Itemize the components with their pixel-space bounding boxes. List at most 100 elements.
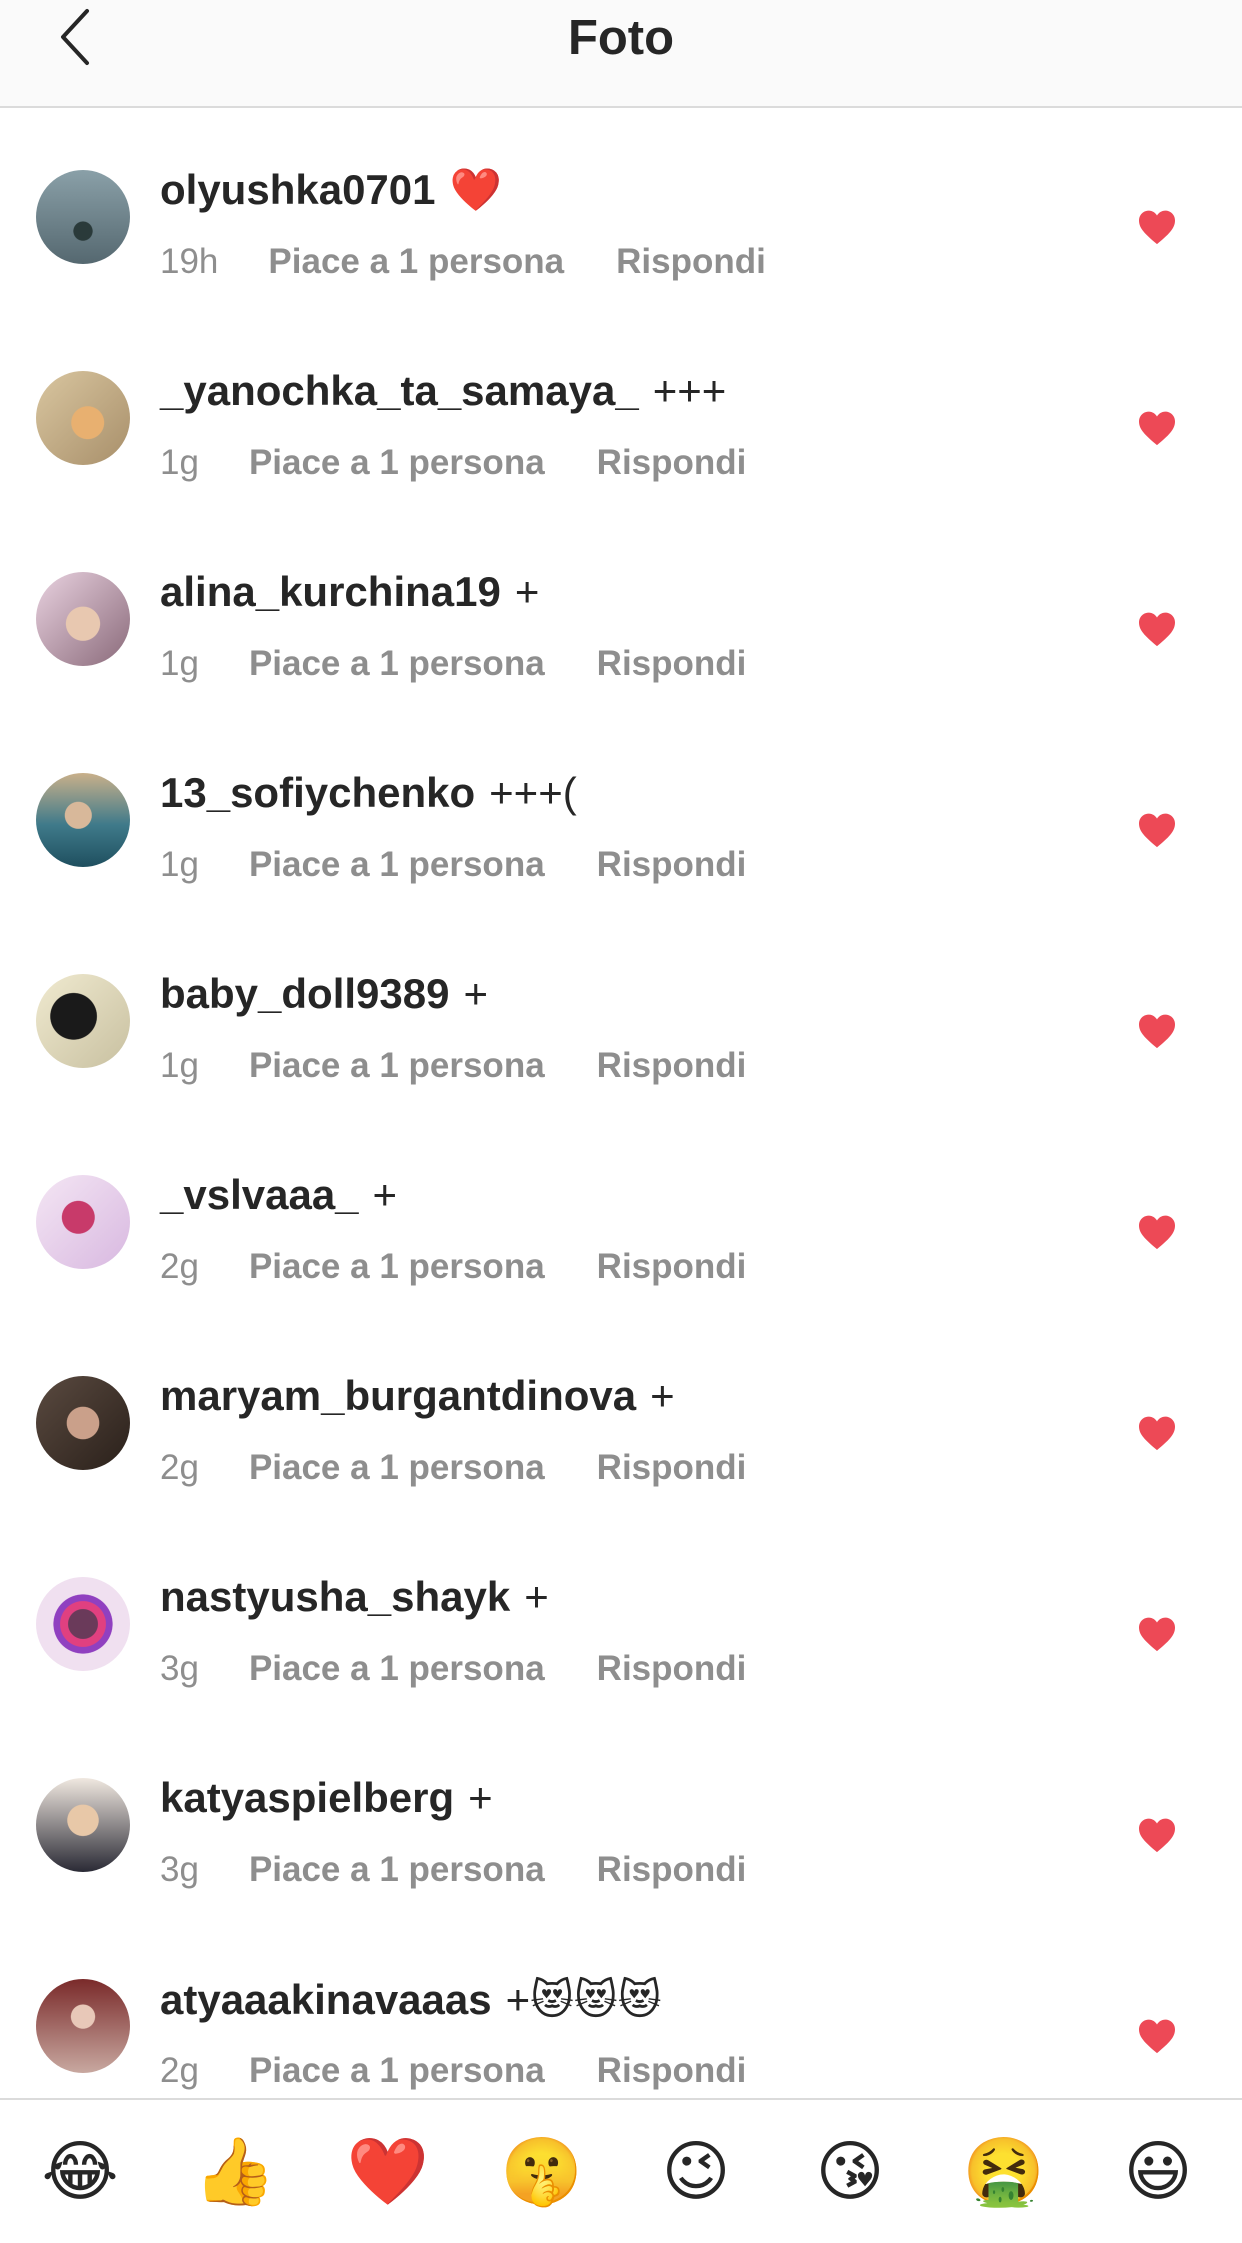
heart-filled-icon [1137,209,1177,250]
avatar[interactable] [36,572,130,666]
comment-line: _yanochka_ta_samaya_ +++ [160,367,726,415]
comment-time: 2g [160,1448,199,1487]
comment-line: atyaaakinavaaas +😻😻😻 [160,1975,662,2024]
comment-username[interactable]: nastyusha_shayk [160,1573,510,1620]
comment-username[interactable]: olyushka0701 [160,166,436,213]
comment-likes[interactable]: Piace a 1 persona [249,2051,545,2090]
comment-likes[interactable]: Piace a 1 persona [249,1247,545,1286]
comment-username[interactable]: katyaspielberg [160,1774,454,1821]
comment-item: nastyusha_shayk + 3g Piace a 1 persona Risp… [0,1515,1242,1716]
like-button[interactable] [1132,1814,1182,1860]
comment-line: baby_doll9389 + [160,970,488,1018]
comment-meta: 19h Piace a 1 persona Rispondi [160,242,766,282]
like-button[interactable] [1132,809,1182,855]
comment-line: _vslvaaa_ + [160,1171,397,1219]
avatar[interactable] [36,1778,130,1872]
reply-button[interactable]: Rispondi [597,1850,747,1889]
avatar[interactable] [36,974,130,1068]
heart-filled-icon [1137,1013,1177,1054]
avatar[interactable] [36,170,130,264]
comment-username[interactable]: _vslvaaa_ [160,1171,359,1218]
comment-meta: 1g Piace a 1 persona Rispondi [160,443,746,483]
comment-likes[interactable]: Piace a 1 persona [249,1046,545,1085]
comment-item: alina_kurchina19 + 1g Piace a 1 persona Ris… [0,510,1242,711]
heart-filled-icon [1137,1214,1177,1255]
comment-item: maryam_burgantdinova + 2g Piace a 1 person… [0,1314,1242,1515]
emoji-joy[interactable]: 😂 [35,2132,125,2210]
comment-username[interactable]: maryam_burgantdinova [160,1372,636,1419]
comment-likes[interactable]: Piace a 1 persona [249,443,545,482]
comment-time: 1g [160,845,199,884]
reply-button[interactable]: Rispondi [597,2051,747,2090]
comment-likes[interactable]: Piace a 1 persona [249,845,545,884]
comment-text: + [524,1573,549,1620]
comment-item: baby_doll9389 + 1g Piace a 1 persona Rispon… [0,912,1242,1113]
reply-button[interactable]: Rispondi [597,1046,747,1085]
reply-button[interactable]: Rispondi [597,845,747,884]
comment-meta: 1g Piace a 1 persona Rispondi [160,1046,746,1086]
like-button[interactable] [1132,1211,1182,1257]
like-button[interactable] [1132,1412,1182,1458]
avatar[interactable] [36,773,130,867]
avatar[interactable] [36,371,130,465]
heart-filled-icon [1137,410,1177,451]
comment-meta: 2g Piace a 1 persona Rispondi [160,1247,746,1287]
like-button[interactable] [1132,608,1182,654]
like-button[interactable] [1132,2015,1182,2061]
reply-button[interactable]: Rispondi [616,242,766,281]
reply-button[interactable]: Rispondi [597,443,747,482]
like-button[interactable] [1132,407,1182,453]
comment-meta: 3g Piace a 1 persona Rispondi [160,1649,746,1689]
comment-time: 3g [160,1850,199,1889]
avatar[interactable] [36,1175,130,1269]
reply-button[interactable]: Rispondi [597,1448,747,1487]
comment-time: 1g [160,644,199,683]
comment-line: olyushka0701 ❤️ [160,166,502,215]
reply-button[interactable]: Rispondi [597,644,747,683]
comment-username[interactable]: 13_sofiychenko [160,769,475,816]
emoji-vomit[interactable]: 🤮 [959,2132,1049,2210]
heart-filled-icon [1137,1817,1177,1858]
comment-likes[interactable]: Piace a 1 persona [268,242,564,281]
emoji-quick-bar: 😂 👍 ❤️ 🤫 😉 😘 🤮 😃 [0,2098,1242,2243]
comment-meta: 2g Piace a 1 persona Rispondi [160,2051,746,2091]
comment-likes[interactable]: Piace a 1 persona [249,1850,545,1889]
comment-time: 19h [160,242,219,281]
comment-meta: 3g Piace a 1 persona Rispondi [160,1850,746,1890]
like-button[interactable] [1132,206,1182,252]
avatar[interactable] [36,1979,130,2073]
comment-item: _vslvaaa_ + 2g Piace a 1 persona Rispondi [0,1113,1242,1314]
emoji-heart[interactable]: ❤️ [343,2132,433,2210]
emoji-smiley[interactable]: 😃 [1113,2132,1203,2210]
emoji-shush[interactable]: 🤫 [497,2132,587,2210]
avatar[interactable] [36,1376,130,1470]
comment-username[interactable]: baby_doll9389 [160,970,449,1017]
reply-button[interactable]: Rispondi [597,1247,747,1286]
comment-line: maryam_burgantdinova + [160,1372,675,1420]
comment-username[interactable]: alina_kurchina19 [160,568,501,615]
comment-item: olyushka0701 ❤️ 19h Piace a 1 persona Rispo… [0,108,1242,309]
comment-line: nastyusha_shayk + [160,1573,549,1621]
comment-item: katyaspielberg + 3g Piace a 1 persona Rispo… [0,1716,1242,1917]
comment-list: olyushka0701 ❤️ 19h Piace a 1 persona Rispo… [0,108,1242,2098]
emoji-wink[interactable]: 😉 [651,2132,741,2210]
comment-likes[interactable]: Piace a 1 persona [249,1448,545,1487]
emoji-kiss[interactable]: 😘 [805,2132,895,2210]
comment-text: +++( [489,769,577,816]
heart-filled-icon [1137,812,1177,853]
comment-username[interactable]: atyaaakinavaaas [160,1976,492,2023]
heart-filled-icon [1137,1616,1177,1657]
reply-button[interactable]: Rispondi [597,1649,747,1688]
comment-likes[interactable]: Piace a 1 persona [249,1649,545,1688]
comment-likes[interactable]: Piace a 1 persona [249,644,545,683]
emoji-thumbs-up[interactable]: 👍 [190,2132,280,2210]
comment-username[interactable]: _yanochka_ta_samaya_ [160,367,639,414]
like-button[interactable] [1132,1613,1182,1659]
comment-text: + [650,1372,675,1419]
avatar[interactable] [36,1577,130,1671]
comment-text: +😻😻😻 [505,1976,662,2023]
comment-text: ❤️ [449,166,502,213]
comment-time: 1g [160,443,199,482]
like-button[interactable] [1132,1010,1182,1056]
comment-text: + [372,1171,398,1218]
